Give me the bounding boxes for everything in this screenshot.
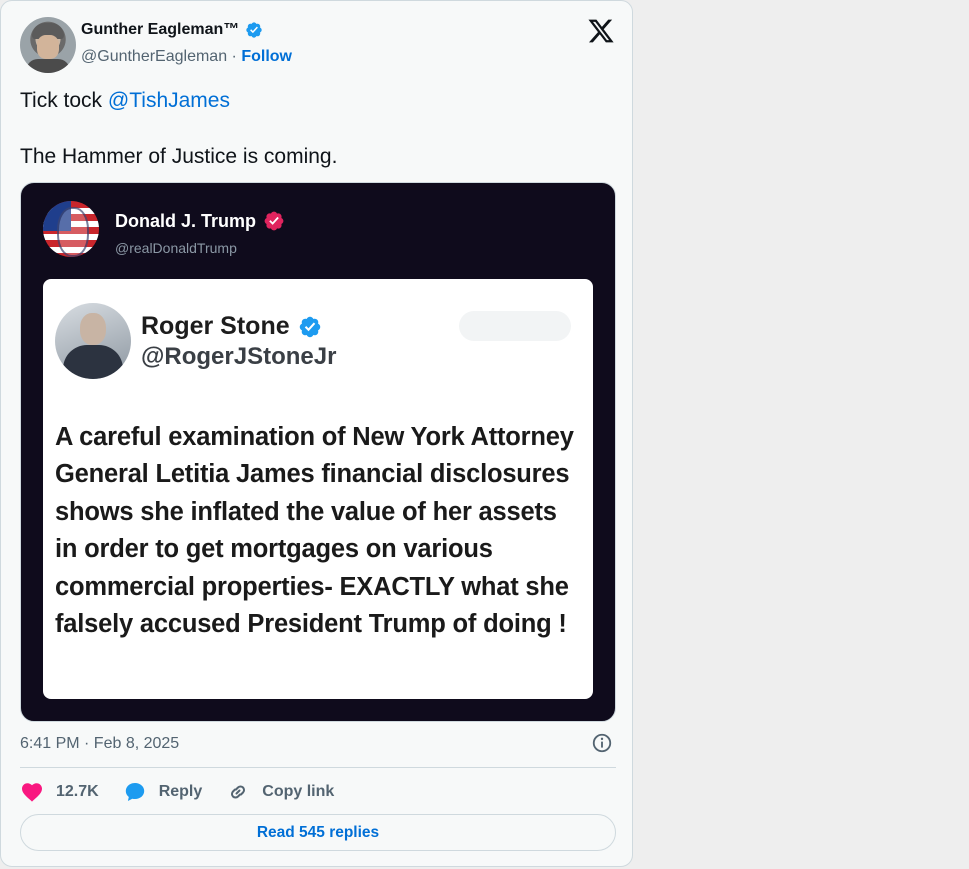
copy-link-label: Copy link xyxy=(262,783,335,800)
verified-badge-icon xyxy=(264,211,284,231)
tweet-text: Tick tock @TishJames The Hammer of Justi… xyxy=(20,87,610,171)
reply-bubble-icon xyxy=(125,783,144,801)
tweet-line-2: The Hammer of Justice is coming. xyxy=(20,145,338,168)
like-count: 12.7K xyxy=(56,783,99,800)
follow-button[interactable]: Follow xyxy=(241,48,292,65)
blurred-follow-button xyxy=(459,311,571,341)
poster-handle: @realDonaldTrump xyxy=(115,240,237,256)
poster-name: Donald J. Trump xyxy=(115,210,257,231)
quoted-name: Roger Stone xyxy=(141,312,290,340)
info-icon[interactable] xyxy=(591,732,613,754)
mention-link[interactable]: @TishJames xyxy=(108,89,230,112)
read-replies-button[interactable]: Read 545 replies xyxy=(20,814,616,851)
quoted-tweet-card: Roger Stone @RogerJStoneJr A careful exa… xyxy=(43,279,593,699)
reply-button[interactable]: Reply xyxy=(123,780,203,804)
tweet-media-image[interactable]: Donald J. Trump @realDonaldTrump Roger S… xyxy=(20,182,616,722)
author-avatar[interactable] xyxy=(20,17,76,73)
verified-badge-icon xyxy=(299,316,320,337)
action-bar: 12.7K Reply Copy link xyxy=(20,778,358,806)
tweet-line-1: Tick tock @TishJames xyxy=(20,87,610,115)
author-handle[interactable]: @GuntherEagleman xyxy=(81,48,227,65)
author-handle-row: @GuntherEagleman · Follow xyxy=(81,48,292,66)
tweet-line-1-text: Tick tock xyxy=(20,89,108,112)
verified-badge-icon xyxy=(246,22,262,38)
copy-link-button[interactable]: Copy link xyxy=(226,780,334,804)
quoted-handle: @RogerJStoneJr xyxy=(141,343,337,370)
quoted-name-row: Roger Stone xyxy=(141,312,322,341)
tweet-card: Gunther Eagleman™ @GuntherEagleman · Fol… xyxy=(0,0,633,867)
quoted-avatar xyxy=(55,303,131,379)
tweet-timestamp[interactable]: 6:41 PM · Feb 8, 2025 xyxy=(20,735,179,753)
poster-avatar xyxy=(43,201,99,257)
link-icon xyxy=(231,785,246,799)
quoted-text: A careful examination of New York Attorn… xyxy=(55,423,574,639)
author-name[interactable]: Gunther Eagleman™ xyxy=(81,21,239,39)
author-name-row[interactable]: Gunther Eagleman™ xyxy=(81,21,263,39)
x-logo-icon[interactable] xyxy=(587,17,615,45)
divider xyxy=(20,767,616,768)
reply-label: Reply xyxy=(158,783,203,800)
poster-name-row: Donald J. Trump xyxy=(115,210,285,232)
heart-icon xyxy=(22,783,42,802)
like-button[interactable]: 12.7K xyxy=(20,780,99,804)
separator: · xyxy=(227,48,242,65)
